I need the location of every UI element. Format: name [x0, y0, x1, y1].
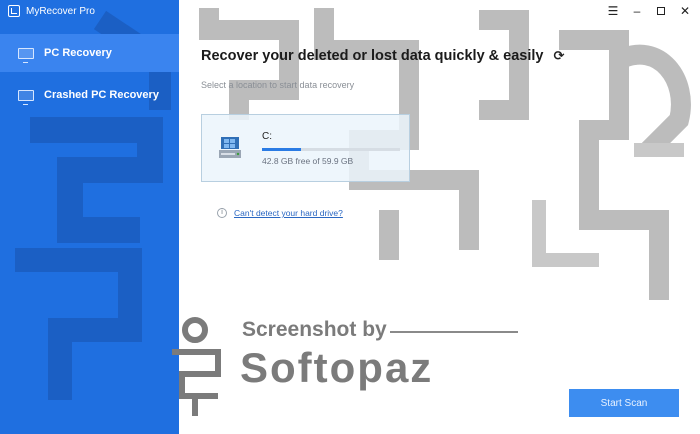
cant-detect-drive-link[interactable]: Can't detect your hard drive? [234, 208, 343, 218]
monitor-icon [18, 89, 34, 105]
drive-space-info: 42.8 GB free of 59.9 GB [262, 156, 354, 166]
info-icon: i [217, 208, 227, 218]
sidebar-item-label: PC Recovery [44, 47, 112, 59]
start-scan-button[interactable]: Start Scan [569, 389, 679, 417]
menu-icon[interactable]: ☰ [606, 4, 620, 18]
window-controls: ☰ – ✕ [606, 4, 692, 18]
page-title-text: Recover your deleted or lost data quickl… [201, 48, 544, 64]
page-title: Recover your deleted or lost data quickl… [201, 48, 564, 64]
monitor-icon [18, 47, 34, 63]
sidebar-item-pc-recovery[interactable]: PC Recovery [0, 34, 179, 72]
sidebar-item-crashed-pc-recovery[interactable]: Crashed PC Recovery [0, 76, 179, 114]
drive-usage-bar [262, 148, 400, 151]
refresh-icon[interactable]: ⟳ [554, 48, 565, 64]
maximize-icon[interactable] [654, 4, 668, 18]
minimize-icon[interactable]: – [630, 4, 644, 18]
close-icon[interactable]: ✕ [678, 4, 692, 18]
app-titlebar: MyRecover Pro [0, 0, 179, 22]
watermark-divider [390, 331, 518, 333]
help-row: i Can't detect your hard drive? [217, 208, 343, 218]
sidebar: MyRecover Pro PC Recovery Crashed PC Rec… [0, 0, 179, 434]
app-logo-icon [8, 5, 20, 17]
drive-card-c[interactable]: C: 42.8 GB free of 59.9 GB [201, 114, 410, 182]
app-title: MyRecover Pro [26, 5, 95, 17]
watermark-brand: Softopaz [240, 344, 434, 391]
drive-usage-bar-fill [262, 148, 302, 151]
hard-drive-icon [219, 137, 241, 158]
drive-label: C: [262, 131, 272, 142]
watermark-caption: Screenshot by [242, 318, 387, 341]
app-window: MyRecover Pro PC Recovery Crashed PC Rec… [0, 0, 700, 434]
sidebar-nav: PC Recovery Crashed PC Recovery [0, 34, 179, 114]
sidebar-item-label: Crashed PC Recovery [44, 89, 159, 101]
page-subtitle: Select a location to start data recovery [201, 80, 355, 90]
